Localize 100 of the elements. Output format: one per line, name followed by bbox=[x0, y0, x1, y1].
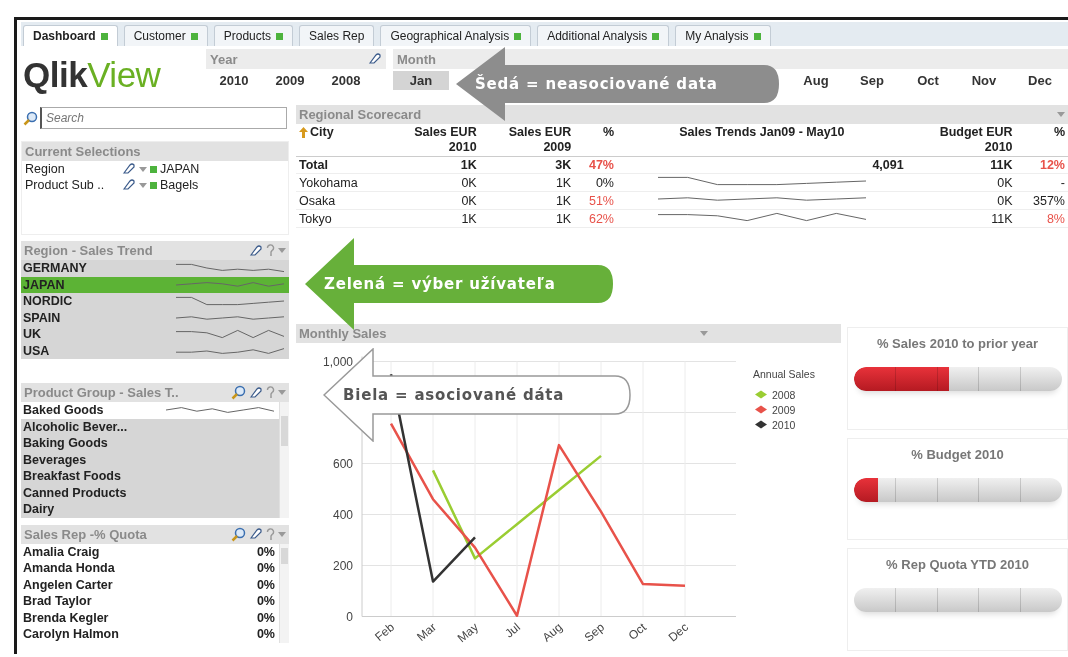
tab[interactable]: Customer bbox=[123, 25, 208, 46]
caret-icon[interactable] bbox=[278, 390, 286, 395]
table-cell: 1K bbox=[479, 209, 575, 228]
filter-value[interactable]: Nov bbox=[956, 70, 1012, 90]
axis-tick-label: Sep bbox=[581, 620, 607, 645]
panel-title: Regional Scorecard bbox=[299, 107, 423, 122]
eraser-icon[interactable] bbox=[249, 528, 263, 540]
axis-tick-label: Feb bbox=[372, 620, 397, 645]
table-cell: 1K bbox=[385, 209, 480, 228]
scrollbar[interactable] bbox=[279, 402, 289, 518]
list-item[interactable]: Baking Goods bbox=[21, 435, 279, 452]
list-item[interactable]: Breakfast Foods bbox=[21, 468, 279, 485]
column-header[interactable]: Sales EUR 2010 bbox=[385, 124, 480, 157]
help-icon[interactable] bbox=[266, 244, 275, 257]
quota-value: 0% bbox=[256, 544, 275, 559]
quota-value: 0% bbox=[256, 610, 275, 625]
axis-tick-label: 400 bbox=[332, 507, 353, 522]
sort-arrow-icon bbox=[299, 127, 308, 138]
list-item[interactable]: Angelen Carter bbox=[23, 577, 113, 592]
legend-marker bbox=[755, 390, 767, 399]
table-cell: Tokyo bbox=[296, 209, 386, 228]
quota-value: 0% bbox=[256, 627, 275, 642]
column-header[interactable]: Budget EUR 2010 bbox=[906, 124, 1016, 157]
axis-tick-label: 1,000 bbox=[322, 354, 353, 369]
caret-icon[interactable] bbox=[1057, 112, 1065, 117]
filter-value[interactable]: 2010 bbox=[206, 70, 262, 90]
panel-title: Region - Sales Trend bbox=[24, 243, 154, 258]
table-cell: - bbox=[1015, 173, 1068, 192]
table-cell: 357% bbox=[1015, 191, 1068, 210]
search-field[interactable]: Search bbox=[40, 107, 287, 129]
list-item[interactable]: NORDIC bbox=[21, 293, 289, 310]
filter-value[interactable]: 2008 bbox=[318, 70, 374, 90]
list-item[interactable]: GERMANY bbox=[21, 260, 289, 277]
legend-marker bbox=[755, 405, 767, 414]
search-icon[interactable] bbox=[231, 385, 246, 400]
search-icon[interactable] bbox=[23, 110, 38, 126]
panel-title: Product Group - Sales T.. bbox=[24, 385, 180, 400]
list-item[interactable]: Amalia Craig bbox=[23, 544, 100, 559]
table-cell: 0K bbox=[385, 173, 480, 192]
table-cell: 0% bbox=[574, 173, 617, 192]
column-header[interactable]: % bbox=[1015, 124, 1068, 157]
tab[interactable]: Sales Rep bbox=[299, 25, 375, 46]
column-header[interactable]: City bbox=[296, 124, 386, 157]
table-cell: 1K bbox=[479, 173, 575, 192]
list-item[interactable]: Brenda Kegler bbox=[23, 610, 109, 625]
search-icon[interactable] bbox=[231, 526, 246, 542]
table-cell: 1K bbox=[385, 156, 480, 174]
list-item[interactable]: Dairy bbox=[21, 501, 279, 518]
scrollbar[interactable] bbox=[279, 543, 289, 643]
tab[interactable]: My Analysis bbox=[675, 25, 771, 46]
column-header[interactable]: % bbox=[574, 124, 617, 157]
filter-value[interactable]: Dec bbox=[1012, 70, 1068, 90]
caret-icon[interactable] bbox=[278, 248, 286, 253]
table-cell: Yokohama bbox=[296, 173, 386, 192]
axis-tick-label: 0 bbox=[346, 609, 353, 624]
axis-tick-label: 600 bbox=[332, 456, 353, 471]
axis-tick-label: May bbox=[454, 620, 481, 646]
caret-icon[interactable] bbox=[139, 166, 147, 172]
table-cell: 12% bbox=[1015, 156, 1068, 174]
field-title: Year bbox=[210, 51, 238, 67]
eraser-icon[interactable] bbox=[368, 53, 382, 65]
field-title: Month bbox=[397, 51, 436, 67]
tab[interactable]: Additional Analysis bbox=[537, 25, 670, 46]
field-label: Region bbox=[25, 162, 66, 176]
filter-value[interactable]: Sep bbox=[844, 70, 900, 90]
table-cell: 0K bbox=[385, 191, 480, 210]
table-cell: 4,091 bbox=[617, 156, 907, 174]
eraser-icon[interactable] bbox=[249, 244, 263, 257]
caret-icon[interactable] bbox=[278, 531, 286, 537]
eraser-icon[interactable] bbox=[249, 386, 263, 399]
list-item[interactable]: Brad Taylor bbox=[23, 594, 92, 609]
table-cell: 0K bbox=[906, 191, 1016, 210]
table-cell: 8% bbox=[1015, 209, 1068, 228]
tab[interactable]: Products bbox=[213, 25, 294, 46]
list-item[interactable]: Carolyn Halmon bbox=[23, 627, 119, 642]
filter-value[interactable]: Oct bbox=[900, 70, 956, 90]
list-item[interactable]: UK bbox=[21, 326, 289, 343]
eraser-icon[interactable] bbox=[122, 179, 136, 191]
table-cell: 11K bbox=[906, 156, 1016, 174]
panel-title: Sales Rep -% Quota bbox=[24, 526, 148, 542]
tab[interactable]: Geographical Analysis bbox=[380, 25, 532, 46]
axis-tick-label: Oct bbox=[625, 620, 649, 643]
filter-value[interactable]: Jan bbox=[393, 70, 449, 90]
caret-icon[interactable] bbox=[139, 182, 147, 188]
column-header[interactable]: Sales EUR 2009 bbox=[479, 124, 575, 157]
field-label: Product Sub .. bbox=[25, 178, 106, 192]
eraser-icon[interactable] bbox=[122, 163, 136, 175]
filter-value[interactable]: Aug bbox=[788, 70, 844, 90]
help-icon[interactable] bbox=[266, 386, 275, 399]
tab[interactable]: Dashboard bbox=[23, 25, 118, 46]
filter-value[interactable]: 2009 bbox=[262, 70, 318, 90]
list-item[interactable]: Amanda Honda bbox=[23, 561, 115, 576]
legend-title: Annual Sales bbox=[753, 367, 815, 380]
table-cell: 62% bbox=[574, 209, 617, 228]
axis-tick-label: 200 bbox=[332, 558, 353, 573]
axis-tick-label: Dec bbox=[665, 620, 691, 645]
quota-value: 0% bbox=[256, 577, 275, 592]
legend-marker bbox=[755, 420, 767, 429]
table-cell: 3K bbox=[479, 156, 575, 174]
column-header[interactable]: Sales Trends Jan09 - May10 bbox=[617, 124, 907, 157]
